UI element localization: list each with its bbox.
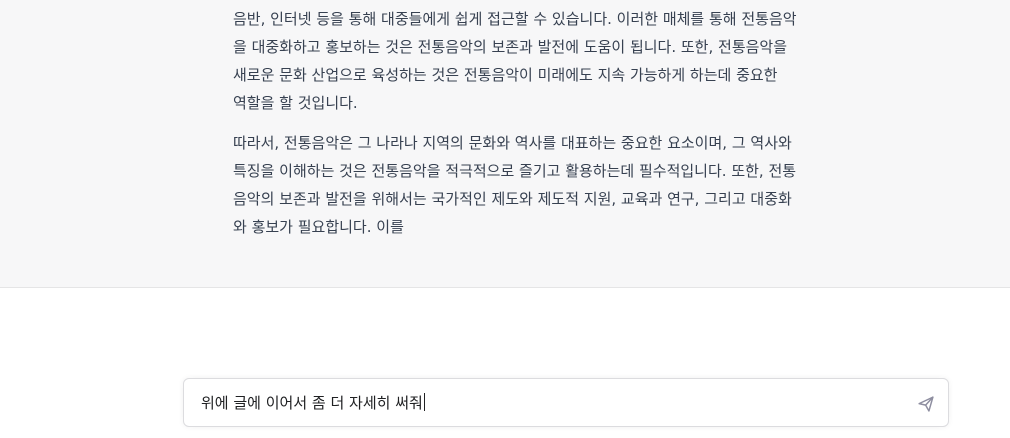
text-caret [423, 393, 425, 411]
paragraph-line: 을 대중화하고 홍보하는 것은 전통음악의 보존과 발전에 도움이 됩니다. 또… [233, 38, 788, 56]
paragraph-line: 음반, 인터넷 등을 통해 대중들에게 쉽게 접근할 수 있습니다. 이러한 매… [233, 10, 797, 28]
send-button[interactable] [915, 393, 937, 415]
paragraph-line: 따라서, 전통음악은 그 나라나 지역의 문화와 역사를 대표하는 중요한 요소… [233, 134, 792, 152]
message-composer[interactable]: 위에 글에 이어서 좀 더 자세히 써줘 [183, 378, 949, 427]
paragraph-line: 와 홍보가 필요합니다. 이를 [233, 218, 404, 236]
message-input[interactable]: 위에 글에 이어서 좀 더 자세히 써줘 [201, 393, 425, 413]
message-body: 음반, 인터넷 등을 통해 대중들에게 쉽게 접근할 수 있습니다. 이러한 매… [233, 5, 893, 241]
message-input-text: 위에 글에 이어서 좀 더 자세히 써줘 [201, 394, 423, 412]
paper-plane-icon [918, 396, 934, 412]
assistant-response: 음반, 인터넷 등을 통해 대중들에게 쉽게 접근할 수 있습니다. 이러한 매… [0, 0, 1010, 288]
response-paragraph: 따라서, 전통음악은 그 나라나 지역의 문화와 역사를 대표하는 중요한 요소… [233, 129, 893, 241]
paragraph-line: 특징을 이해하는 것은 전통음악을 적극적으로 즐기고 활용하는데 필수적입니다… [233, 162, 797, 180]
response-paragraph: 음반, 인터넷 등을 통해 대중들에게 쉽게 접근할 수 있습니다. 이러한 매… [233, 5, 893, 117]
paragraph-line: 음악의 보존과 발전을 위해서는 국가적인 제도와 제도적 지원, 교육과 연구… [233, 190, 792, 208]
paragraph-line: 새로운 문화 산업으로 육성하는 것은 전통음악이 미래에도 지속 가능하게 하… [233, 66, 778, 84]
paragraph-line: 역할을 할 것입니다. [233, 94, 358, 112]
